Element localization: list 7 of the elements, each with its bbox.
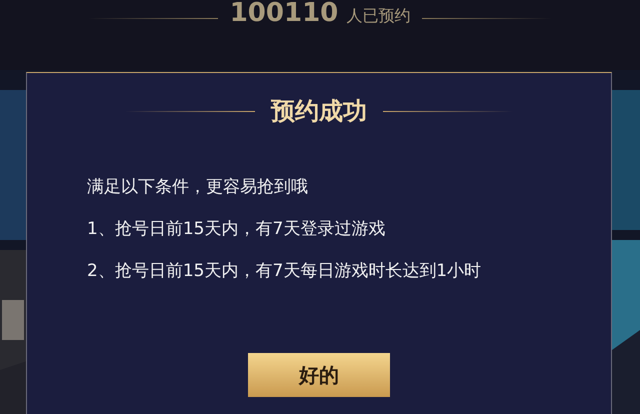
condition-text: 2、抢号日前15天内，有7天每日游戏时长达到1小时	[87, 260, 482, 283]
reservation-count: 100110	[230, 0, 338, 30]
condition-text: 1、抢号日前15天内，有7天登录过游戏	[87, 218, 386, 241]
dialog-title: 预约成功	[271, 96, 367, 127]
ok-button[interactable]: 好的	[248, 353, 390, 397]
condition-text: 满足以下条件，更容易抢到哦	[87, 176, 309, 199]
reservation-label: 人已预约	[346, 5, 410, 27]
